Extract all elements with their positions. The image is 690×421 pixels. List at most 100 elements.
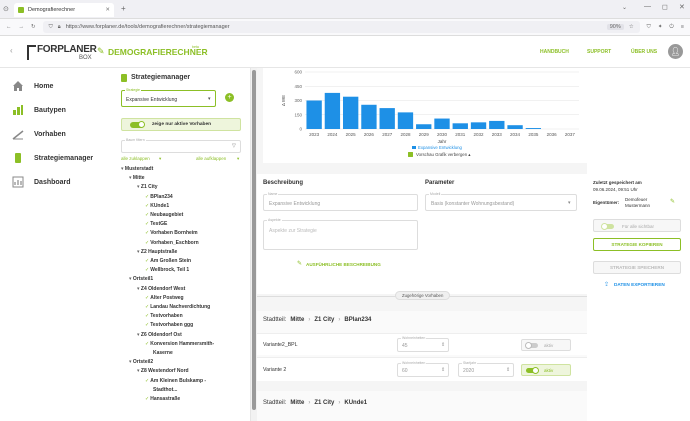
- tab-close-icon[interactable]: ✕: [105, 7, 110, 13]
- tree-node[interactable]: ▾ Z8 Westendorf Nord: [137, 368, 189, 374]
- breadcrumb-item[interactable]: Z1 City: [314, 317, 334, 323]
- param-heading: Parameter: [425, 180, 455, 186]
- tree-node[interactable]: ▾ Z1 City: [137, 184, 158, 190]
- active-toggle[interactable]: aktiv: [521, 339, 571, 351]
- tree-node[interactable]: ✓Vorhaben Bornheim: [145, 230, 198, 236]
- strategiemanager-icon: [121, 74, 127, 82]
- logo[interactable]: FORPLANER BOX: [27, 42, 97, 64]
- tree-node[interactable]: ▾ Ortsteil1: [129, 276, 153, 282]
- forward-icon[interactable]: →: [19, 24, 25, 30]
- tree-node[interactable]: ✓Alter Postweg: [145, 295, 184, 301]
- sidebar-item-home[interactable]: Home: [12, 80, 53, 92]
- tree-filter-input[interactable]: Baum filtern ▽: [121, 138, 241, 153]
- browser-tab[interactable]: Demografierechner ✕: [14, 3, 114, 17]
- tree-node[interactable]: ▾ Musterstadt: [121, 166, 153, 172]
- breadcrumb-item[interactable]: KUnde1: [344, 400, 367, 406]
- strategy-name-input[interactable]: Name Expansive Entwicklung: [263, 192, 418, 211]
- tree-node[interactable]: Kaserne: [153, 350, 173, 356]
- sidebar-item-dashboard[interactable]: Dashboard: [12, 176, 71, 188]
- active-toggle[interactable]: aktiv: [521, 364, 571, 376]
- collapse-all-link[interactable]: alle zuklappen: [121, 156, 150, 161]
- back-icon[interactable]: ←: [6, 24, 12, 30]
- url-bar[interactable]: ⛉ 🔒︎ https://www.forplaner.de/tools/demo…: [42, 21, 640, 33]
- link-ueber-uns[interactable]: ÜBER UNS: [631, 49, 657, 55]
- x-tick-label: 2029: [419, 132, 430, 137]
- bookmark-icon[interactable]: ☆: [629, 24, 634, 30]
- breadcrumb: Stadtteil: Mitte › Z1 City › BPlan234: [263, 317, 371, 323]
- tree-node[interactable]: ✓KUnde1: [145, 203, 169, 209]
- variant-name: Variante2_BPL: [263, 342, 298, 348]
- x-tick-label: 2034: [510, 132, 521, 137]
- tree-node[interactable]: ▾ Z6 Oldendorf Ost: [137, 332, 182, 338]
- link-support[interactable]: SUPPORT: [587, 49, 611, 55]
- window-minimize-icon[interactable]: —: [644, 3, 651, 10]
- sidebar-item-bautypen[interactable]: Bautypen: [12, 104, 66, 116]
- active-only-toggle-row[interactable]: zeige nur aktive Vorhaben: [121, 118, 241, 131]
- tree-node[interactable]: Stadthot...: [153, 387, 177, 393]
- filter-icon[interactable]: ▽: [232, 143, 236, 149]
- x-tick-label: 2033: [492, 132, 503, 137]
- collapse-nav-icon[interactable]: ‹: [10, 46, 13, 55]
- save-strategy-button[interactable]: STRATEGIE SPEICHERN: [593, 261, 681, 274]
- x-tick-label: 2035: [528, 132, 539, 137]
- scrollbar-thumb[interactable]: [252, 70, 256, 410]
- detail-description-button[interactable]: AUSFÜHRLICHE BESCHREIBUNG: [306, 262, 381, 267]
- units-stepper[interactable]: Wohneinheiten 60 ⇕: [397, 361, 449, 377]
- window-maximize-icon[interactable]: ◻: [662, 3, 668, 11]
- add-strategy-icon[interactable]: +: [225, 93, 234, 102]
- tree-node[interactable]: ▾ Z4 Oldendorf West: [137, 286, 185, 292]
- tree-node[interactable]: ✓Neubaugebiet: [145, 212, 183, 218]
- edit-owner-icon[interactable]: ✎: [670, 198, 675, 205]
- tree-node[interactable]: ✓Vorhaben_Eschborn: [145, 240, 199, 246]
- sidebar-item-label: Strategiemanager: [34, 154, 94, 162]
- tree-node[interactable]: ✓Am Kleinen Bulskamp -: [145, 378, 206, 384]
- breadcrumb-item[interactable]: Z1 City: [314, 400, 334, 406]
- strategy-select[interactable]: Strategie Expansive Entwicklung ▾: [121, 88, 216, 107]
- tree-node-label: Z2 Hauptstraße: [140, 248, 178, 255]
- tree-node-label: Stadthot...: [153, 386, 178, 393]
- units-stepper[interactable]: Wohneinheiten 45 ⇕: [397, 336, 449, 352]
- model-select[interactable]: Modell Basis (konstanter Wohnungsbestand…: [425, 192, 577, 211]
- extensions-icon[interactable]: ✦: [658, 24, 663, 30]
- browser-menu-icon[interactable]: ≡: [681, 24, 684, 30]
- account-icon[interactable]: ⏻: [669, 24, 673, 31]
- sidebar-item-vorhaben[interactable]: Vorhaben: [12, 128, 66, 140]
- start-year-stepper[interactable]: Startjahr 2020 ⇕: [458, 361, 514, 377]
- tree-node[interactable]: ✓Landau Nachverdichtung: [145, 304, 210, 310]
- breadcrumb-item[interactable]: Mitte: [290, 317, 304, 323]
- tree-node[interactable]: ▾ Z2 Hauptstraße: [137, 249, 177, 255]
- reload-icon[interactable]: ↻: [31, 24, 36, 30]
- strategy-form-card: Beschreibung Parameter Name Expansive En…: [257, 174, 587, 294]
- expand-all-link[interactable]: alle aufklappen: [196, 156, 226, 161]
- visible-for-all-toggle[interactable]: Für alle sichtbar: [593, 219, 681, 232]
- tree-node[interactable]: ▾ Ortsteil2: [129, 359, 153, 365]
- breadcrumb-item[interactable]: BPlan234: [344, 317, 371, 323]
- last-saved-value: 09.06.2024, 09:51 Uhr: [593, 187, 638, 192]
- tree-node[interactable]: ▾ Mitte: [129, 175, 145, 181]
- tree-node[interactable]: ✓Testvorhaben: [145, 313, 183, 319]
- tree-node-label: Hansastraße: [150, 396, 181, 402]
- chevron-right-icon: ›: [338, 317, 341, 323]
- export-icon: ⇪: [604, 282, 610, 288]
- tree-node[interactable]: ✓Wellbrock, Teil 1: [145, 267, 189, 273]
- new-tab-icon[interactable]: +: [121, 4, 126, 13]
- window-chevron-icon[interactable]: ⌄: [622, 4, 627, 11]
- copy-strategy-button[interactable]: STRATEGIE KOPIEREN: [593, 238, 681, 251]
- link-handbuch[interactable]: HANDBUCH: [540, 49, 569, 55]
- pocket-icon[interactable]: ⛉: [647, 24, 651, 31]
- aspects-textarea[interactable]: Aspekte Aspekte zur Strategie: [263, 218, 418, 250]
- sidebar-item-strategiemanager[interactable]: Strategiemanager: [12, 152, 93, 164]
- window-close-icon[interactable]: ✕: [679, 3, 685, 11]
- breadcrumb-item[interactable]: Mitte: [290, 400, 304, 406]
- avatar[interactable]: 👤︎: [668, 44, 683, 59]
- tree-node[interactable]: ✓Testvorhaben ggg: [145, 322, 193, 328]
- tree-node[interactable]: ✓Am Großen Stein: [145, 258, 191, 264]
- tree-node[interactable]: ✓Konversion Hammersmith-: [145, 341, 214, 347]
- browser-menu-icon[interactable]: ⊙: [3, 5, 9, 13]
- tree-node[interactable]: ✓TestGE: [145, 221, 167, 227]
- tree-node[interactable]: ✓Hansastraße: [145, 396, 180, 402]
- export-data-button[interactable]: DATEN EXPORTIEREN: [614, 282, 665, 287]
- zoom-badge[interactable]: 90%: [606, 24, 624, 30]
- tree-node-label: TestGE: [150, 221, 168, 228]
- tree-node[interactable]: ✓BPlan234: [145, 194, 173, 200]
